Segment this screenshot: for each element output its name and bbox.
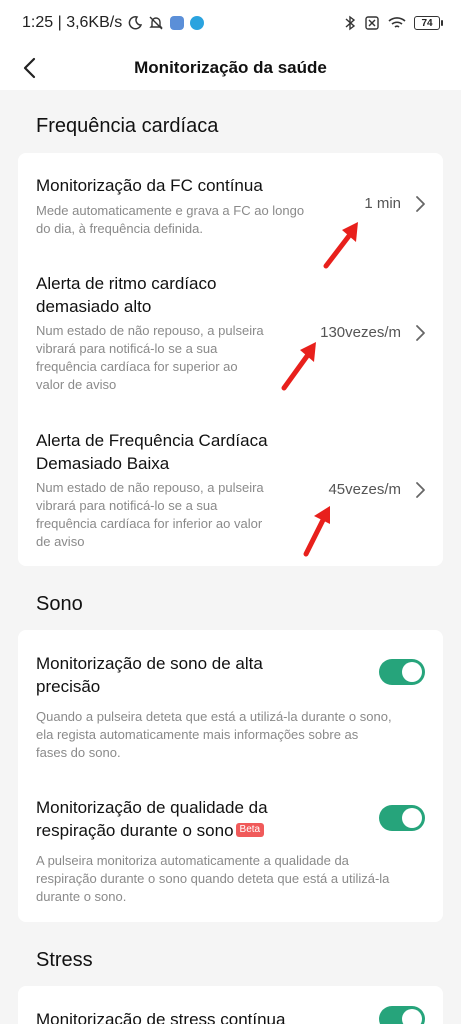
row-value: 1 min <box>364 195 401 212</box>
app-header: Monitorização da saúde <box>0 46 461 90</box>
chevron-right-icon <box>416 196 425 212</box>
bluetooth-icon <box>344 15 356 31</box>
high-hr-alert-row[interactable]: Alerta de ritmo cardíaco demasiado alto … <box>18 258 443 413</box>
chevron-right-icon <box>416 482 425 498</box>
low-hr-alert-row[interactable]: Alerta de Frequência Cardíaca Demasiado … <box>18 415 443 565</box>
continuous-stress-row: Monitorização de stress contínua <box>18 986 443 1024</box>
telegram-icon <box>190 16 205 30</box>
row-desc: Num estado de não repouso, a pulseira vi… <box>36 480 264 549</box>
section-title-sleep: Sono <box>36 593 83 615</box>
row-title: Monitorização da FC contínua <box>36 176 263 195</box>
chevron-right-icon <box>416 325 425 341</box>
moon-icon <box>128 16 143 30</box>
battery-icon: 74 <box>414 16 443 30</box>
row-desc: A pulseira monitoriza automaticamente a … <box>36 853 390 904</box>
chevron-left-icon <box>23 57 36 79</box>
bell-off-icon <box>148 15 164 31</box>
row-title: Alerta de ritmo cardíaco demasiado alto <box>36 274 217 316</box>
stress-card: Monitorização de stress contínua <box>18 986 443 1024</box>
breathing-quality-toggle[interactable] <box>379 805 425 831</box>
annotation-arrow-1 <box>323 222 358 269</box>
no-sim-icon <box>364 15 380 31</box>
row-desc: Quando a pulseira deteta que está a util… <box>36 709 392 760</box>
section-title-stress: Stress <box>36 949 93 971</box>
wifi-icon <box>388 16 406 30</box>
annotation-arrow-3 <box>303 506 330 557</box>
row-title: Monitorização de sono de alta precisão <box>36 654 263 696</box>
row-title: Monitorização de qualidade da respiração… <box>36 798 268 840</box>
section-title-heart-rate: Frequência cardíaca <box>36 115 219 137</box>
row-desc: Mede automaticamente e grava a FC ao lon… <box>36 203 305 236</box>
row-title: Monitorização de stress contínua <box>36 1010 286 1024</box>
annotation-arrow-2 <box>281 342 316 391</box>
row-title: Alerta de Frequência Cardíaca Demasiado … <box>36 431 268 473</box>
back-button[interactable] <box>14 52 44 84</box>
continuous-stress-toggle[interactable] <box>379 1006 425 1024</box>
status-time: 1:25 | 3,6KB/s <box>22 14 123 31</box>
high-precision-sleep-toggle[interactable] <box>379 659 425 685</box>
row-value: 45vezes/m <box>328 481 401 498</box>
breathing-quality-row: Monitorização de qualidade da respiração… <box>18 776 443 922</box>
app-notification-icon <box>170 16 185 30</box>
row-desc: Num estado de não repouso, a pulseira vi… <box>36 323 264 392</box>
status-bar: 1:25 | 3,6KB/s 74 <box>0 0 461 46</box>
high-precision-sleep-row: Monitorização de sono de alta precisão Q… <box>18 630 443 770</box>
beta-badge: Beta <box>235 822 265 837</box>
continuous-hr-row[interactable]: Monitorização da FC contínua Mede automa… <box>18 153 443 253</box>
battery-level: 74 <box>414 16 440 30</box>
sleep-card: Monitorização de sono de alta precisão Q… <box>18 630 443 922</box>
page-title: Monitorização da saúde <box>134 58 327 77</box>
heart-rate-card: Monitorização da FC contínua Mede automa… <box>18 153 443 566</box>
